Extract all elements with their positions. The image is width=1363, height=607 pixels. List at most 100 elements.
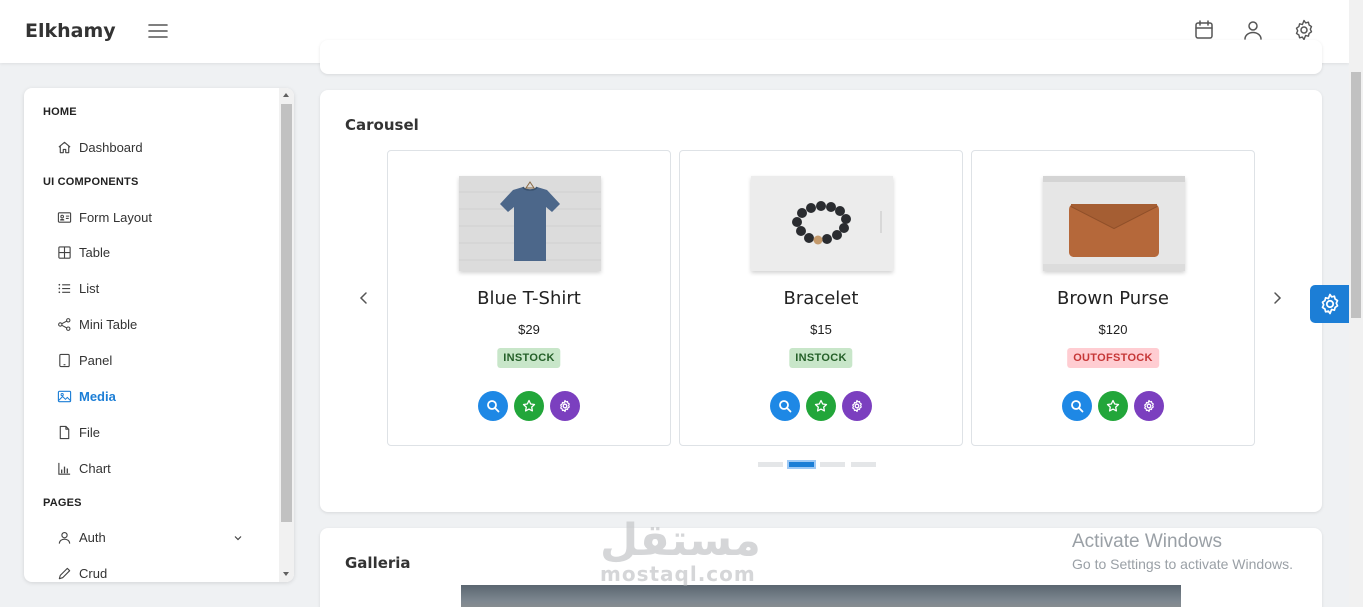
cog-button[interactable]: [1134, 391, 1164, 421]
carousel-indicator[interactable]: [820, 462, 845, 467]
sidebar-item-auth[interactable]: Auth: [57, 525, 106, 549]
carousel-indicator[interactable]: [758, 462, 783, 467]
product-price: $120: [1098, 322, 1128, 337]
product-image-bracelet: [751, 176, 893, 271]
star-button[interactable]: [806, 391, 836, 421]
sidebar-item-label: Auth: [79, 529, 106, 545]
scroll-down-arrow[interactable]: [283, 572, 289, 576]
galleria-image: [461, 585, 1181, 607]
product-name: Brown Purse: [1056, 288, 1170, 309]
sidebar-item-panel[interactable]: Panel: [57, 348, 112, 372]
page-scrollbar[interactable]: [1349, 0, 1363, 607]
status-badge: INSTOCK: [789, 348, 853, 368]
activate-windows-watermark: Activate Windows Go to Settings to activ…: [1072, 531, 1293, 572]
sidebar-scrollbar-thumb[interactable]: [281, 104, 292, 522]
app-brand[interactable]: Elkhamy: [25, 20, 116, 42]
table-icon: [58, 245, 71, 259]
sidebar-item-label: Media: [79, 388, 116, 404]
chevron-down-icon[interactable]: [232, 532, 244, 544]
sidebar-item-form-layout[interactable]: Form Layout: [57, 205, 152, 229]
search-button[interactable]: [1062, 391, 1092, 421]
galleria-title: Galleria: [345, 554, 411, 572]
user-icon: [58, 531, 71, 544]
calendar-button[interactable]: [1192, 18, 1216, 42]
sidebar-scrollbar[interactable]: [279, 88, 294, 582]
page-scrollbar-thumb[interactable]: [1351, 72, 1361, 318]
sidebar-section-home: HOME: [43, 106, 77, 118]
sidebar-section-ui-components: UI COMPONENTS: [43, 176, 139, 188]
sidebar-item-label: File: [79, 424, 100, 440]
layout-config-button[interactable]: [1310, 285, 1349, 323]
carousel-card: Carousel Blue T-Shirt $29 INSTOCK Bracel…: [320, 90, 1322, 512]
status-badge: INSTOCK: [497, 348, 561, 368]
watermark-logo: مستقل mostaql.com: [600, 515, 761, 586]
sidebar-item-table[interactable]: Table: [57, 240, 110, 264]
watermark-logo-text: مستقل: [600, 515, 761, 566]
gear-icon: [1321, 293, 1338, 315]
product-image-brown-purse: [1043, 176, 1185, 271]
sidebar-item-label: Dashboard: [79, 139, 143, 155]
sidebar-item-label: Panel: [79, 352, 113, 368]
search-button[interactable]: [478, 391, 508, 421]
hamburger-icon: [148, 24, 168, 38]
sidebar-item-list[interactable]: List: [57, 276, 99, 300]
sidebar-item-chart[interactable]: Chart: [57, 456, 111, 480]
scroll-up-arrow[interactable]: [283, 93, 289, 97]
search-icon: [487, 400, 500, 413]
star-icon: [1106, 399, 1120, 412]
product-name: Blue T-Shirt: [477, 288, 581, 309]
sidebar-item-label: List: [79, 280, 100, 296]
star-icon: [814, 399, 828, 412]
id-card-icon: [57, 211, 72, 223]
search-icon: [779, 400, 792, 413]
carousel-prev-button[interactable]: [356, 290, 372, 306]
sidebar: HOME Dashboard UI COMPONENTS Form Layout…: [24, 88, 294, 582]
chart-bar-icon: [58, 462, 71, 475]
menu-toggle-button[interactable]: [146, 20, 170, 42]
cog-button[interactable]: [842, 391, 872, 421]
product-image-blue-tshirt: [459, 176, 601, 271]
carousel-indicator[interactable]: [787, 460, 816, 469]
activate-windows-title: Activate Windows: [1072, 531, 1222, 552]
sidebar-item-media[interactable]: Media: [57, 384, 116, 408]
status-badge: OUTOFSTOCK: [1067, 348, 1159, 368]
search-button[interactable]: [770, 391, 800, 421]
share-icon: [58, 317, 71, 331]
gear-icon: [1295, 19, 1313, 41]
user-icon: [1244, 21, 1262, 40]
sidebar-item-file[interactable]: File: [57, 420, 100, 444]
home-icon: [58, 141, 71, 153]
star-button[interactable]: [1098, 391, 1128, 421]
product-price: $15: [810, 322, 832, 337]
sidebar-item-crud[interactable]: Crud: [57, 561, 107, 582]
cog-button[interactable]: [550, 391, 580, 421]
gear-icon: [560, 399, 570, 413]
carousel-title: Carousel: [345, 116, 419, 134]
star-button[interactable]: [514, 391, 544, 421]
product-price: $29: [518, 322, 540, 337]
gear-icon: [852, 399, 862, 413]
previous-card: [320, 40, 1322, 74]
profile-button[interactable]: [1241, 18, 1265, 42]
watermark-logo-sub: mostaql.com: [600, 562, 756, 586]
list-icon: [58, 283, 71, 293]
carousel-next-button[interactable]: [1269, 290, 1285, 306]
sidebar-item-label: Chart: [79, 460, 111, 476]
carousel-item: Blue T-Shirt $29 INSTOCK: [387, 150, 671, 446]
sidebar-item-label: Mini Table: [79, 316, 138, 332]
file-icon: [59, 425, 70, 439]
sidebar-item-dashboard[interactable]: Dashboard: [57, 135, 143, 159]
tablet-icon: [59, 353, 70, 367]
carousel-item: Brown Purse $120 OUTOFSTOCK: [971, 150, 1255, 446]
carousel-item: Bracelet $15 INSTOCK: [679, 150, 963, 446]
activate-windows-subtitle: Go to Settings to activate Windows.: [1072, 556, 1293, 572]
sidebar-item-mini-table[interactable]: Mini Table: [57, 312, 137, 336]
pencil-icon: [58, 567, 71, 579]
carousel-indicator[interactable]: [851, 462, 876, 467]
sidebar-section-pages: PAGES: [43, 497, 82, 509]
search-icon: [1071, 400, 1084, 413]
settings-button[interactable]: [1292, 18, 1316, 42]
star-icon: [522, 399, 536, 412]
gear-icon: [1144, 399, 1154, 413]
sidebar-item-label: Table: [79, 244, 111, 260]
